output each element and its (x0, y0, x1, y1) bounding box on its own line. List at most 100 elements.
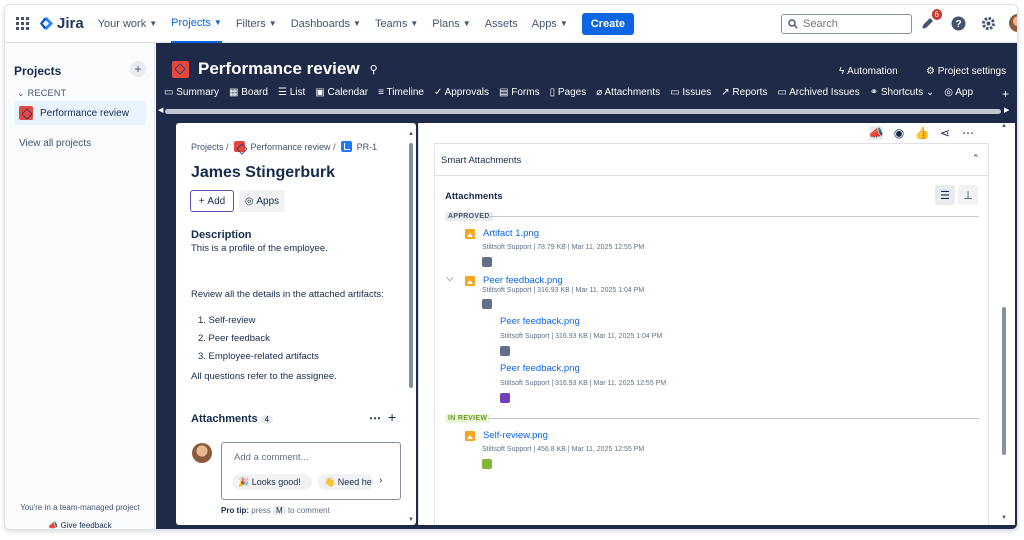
smart-attachments-header[interactable]: Smart Attachments ⌃ (435, 144, 988, 176)
app-switcher-icon[interactable] (16, 16, 30, 31)
tab-list[interactable]: ☰ List (278, 87, 305, 98)
scroll-down-arrow[interactable]: ▼ (408, 517, 414, 523)
tab-calendar-label: Calendar (327, 87, 369, 98)
help-icon[interactable]: ? (949, 14, 967, 32)
view-all-projects-link[interactable]: View all projects (19, 138, 91, 149)
jira-logo[interactable]: Jira (40, 15, 84, 32)
attachment-version-link[interactable]: Peer feedback.png (500, 363, 580, 374)
breadcrumb-separator: / (223, 141, 234, 152)
project-settings-button[interactable]: ⚙ Project settings (926, 66, 1006, 77)
tab-approvals[interactable]: ✓ Approvals (434, 87, 489, 98)
notification-count-badge: 6 (931, 9, 942, 20)
add-attachment-icon[interactable]: + (388, 409, 396, 425)
nav-teams[interactable]: Teams ▼ (375, 5, 418, 43)
issue-title[interactable]: James Stingerburk (191, 164, 335, 182)
give-feedback-link[interactable]: 📣 Give feedback (5, 521, 155, 529)
pin-icon[interactable]: ⚲ (370, 63, 378, 76)
scroll-up-arrow[interactable]: ▲ (408, 131, 414, 137)
notifications-icon[interactable]: 6 (919, 9, 942, 32)
nav-apps[interactable]: Apps ▼ (532, 5, 568, 43)
more-actions-icon[interactable]: ⋯ (961, 126, 975, 140)
status-color-marker[interactable] (482, 459, 492, 469)
status-color-marker[interactable] (500, 346, 510, 356)
nav-assets[interactable]: Assets (485, 5, 518, 43)
tab-reports-label: Reports (732, 87, 768, 98)
automation-button[interactable]: ϟ Automation (839, 66, 898, 77)
chevron-down-icon: ▼ (353, 19, 361, 28)
nav-your-work[interactable]: Your work ▼ (98, 5, 157, 43)
breadcrumb-project[interactable]: Performance review (251, 142, 331, 152)
scroll-up-arrow[interactable]: ▲ (1001, 123, 1007, 129)
tab-timeline[interactable]: ≡ Timeline (378, 87, 424, 98)
sidebar-item-performance-review[interactable]: Performance review (14, 101, 146, 125)
status-color-marker[interactable] (482, 299, 492, 309)
tab-pages[interactable]: ▯ Pages (550, 87, 587, 98)
chevron-down-icon: ▼ (559, 19, 568, 28)
scrollbar-thumb[interactable] (409, 143, 413, 388)
add-button[interactable]: + Add (190, 190, 234, 212)
breadcrumb-projects[interactable]: Projects (191, 142, 224, 152)
recent-section[interactable]: ⌄ RECENT (17, 88, 66, 99)
add-tab-button[interactable]: + (1002, 87, 1009, 101)
apps-button[interactable]: ◎ Apps (239, 190, 285, 212)
announcement-icon[interactable]: 📣 (869, 126, 883, 140)
nav-filters[interactable]: Filters ▼ (236, 5, 277, 43)
approvals-icon: ✓ (433, 87, 445, 98)
scrollbar-thumb[interactable] (1002, 307, 1006, 455)
scroll-down-arrow[interactable]: ▼ (1001, 515, 1007, 521)
status-color-marker[interactable] (500, 393, 510, 403)
tab-shortcuts[interactable]: ⚭ Shortcuts ⌄ (870, 87, 935, 98)
more-icon[interactable]: ⋯ (369, 411, 381, 425)
issues-icon: ▭ (670, 87, 683, 98)
list-view-button[interactable]: ☰ (935, 185, 955, 205)
chevron-right-icon[interactable]: › (379, 475, 382, 486)
paperclip-icon: ⌀ (596, 87, 605, 98)
right-panel-scrollbar[interactable]: ▲ ▼ (1000, 123, 1010, 525)
chevron-down-icon: ▼ (268, 19, 277, 28)
nav-projects[interactable]: Projects ▼ (171, 5, 222, 43)
comment-input[interactable]: Add a comment... (234, 452, 308, 463)
nav-your-work-label: Your work (97, 17, 147, 30)
quick-reply-need-help[interactable]: 👋 Need he (318, 474, 374, 490)
tree-view-button[interactable]: ⊥ (958, 185, 978, 205)
tab-forms[interactable]: ▤ Forms (499, 87, 540, 98)
left-panel-scrollbar[interactable]: ▲ ▼ (408, 131, 414, 527)
scroll-right-arrow[interactable]: ▶ (1004, 106, 1009, 114)
share-icon[interactable]: ⋖ (938, 126, 952, 140)
attachment-version-link[interactable]: Peer feedback.png (500, 316, 580, 327)
attachment-file-link[interactable]: Self-review.png (465, 430, 548, 441)
status-color-marker[interactable] (482, 257, 492, 267)
add-project-button[interactable]: + (130, 61, 146, 77)
attachment-file-link[interactable]: Artifact 1.png (465, 228, 539, 239)
quick-reply-looks-good[interactable]: 🎉 Looks good! (232, 474, 312, 490)
tab-calendar[interactable]: ▣ Calendar (315, 87, 368, 98)
scroll-left-arrow[interactable]: ◀ (158, 106, 163, 114)
thumbs-up-icon[interactable]: 👍 (915, 126, 930, 140)
attachment-file-name: Artifact 1.png (483, 228, 539, 239)
tab-archived-issues[interactable]: ▭ Archived Issues (777, 87, 859, 98)
user-avatar[interactable] (1009, 14, 1017, 32)
breadcrumb-issue-key[interactable]: PR-1 (357, 142, 378, 152)
tabs-horizontal-scrollbar[interactable] (165, 109, 1001, 114)
settings-gear-icon[interactable] (979, 14, 997, 32)
tab-apps[interactable]: ◎ App (944, 87, 973, 98)
nav-plans[interactable]: Plans ▼ (432, 5, 470, 43)
tab-board[interactable]: ▦ Board (229, 87, 268, 98)
comment-editor[interactable]: Add a comment... 🎉 Looks good! 👋 Need he… (221, 442, 401, 500)
divider (488, 418, 979, 419)
nav-dashboards[interactable]: Dashboards ▼ (291, 5, 361, 43)
attachment-file-link[interactable]: Peer feedback.png (465, 275, 563, 286)
chevron-down-icon[interactable]: ⌵ (446, 273, 454, 284)
tab-summary[interactable]: ▭ Summary (164, 87, 219, 98)
search-box[interactable] (781, 14, 912, 34)
tab-issues[interactable]: ▭ Issues (670, 87, 711, 98)
add-button-label: Add (207, 195, 226, 207)
chevron-up-icon[interactable]: ⌃ (972, 153, 980, 164)
image-file-icon (465, 275, 475, 286)
search-input[interactable] (803, 18, 903, 30)
tab-attachments[interactable]: ⌀ Attachments (596, 87, 660, 98)
list-item: 2. Peer feedback (198, 333, 270, 344)
tab-reports[interactable]: ↗ Reports (721, 87, 767, 98)
watch-eye-icon[interactable]: ◉ (892, 126, 906, 140)
create-button[interactable]: Create (581, 12, 634, 35)
